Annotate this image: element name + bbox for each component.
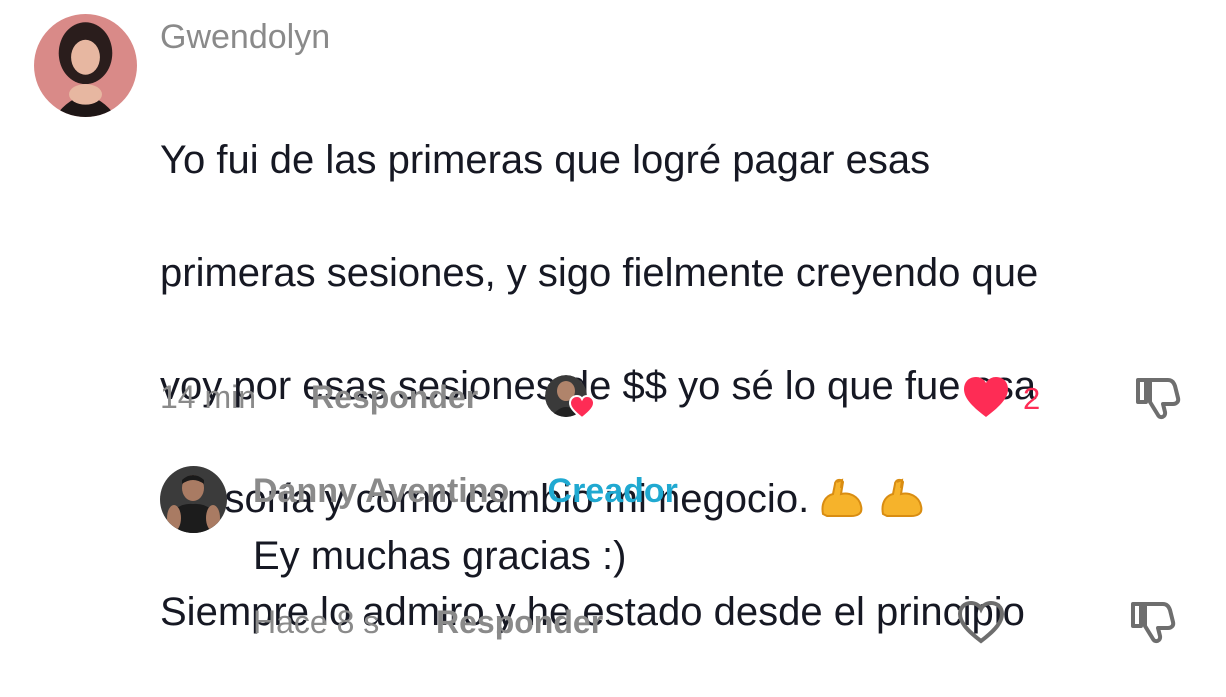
comment-timestamp: 14 min [160, 379, 257, 415]
like-count: 2 [1023, 381, 1041, 416]
commenter-name[interactable]: Gwendolyn [160, 18, 330, 57]
reply-button[interactable]: Responder [311, 379, 478, 416]
dislike-icon[interactable] [1132, 376, 1182, 420]
commenter-avatar[interactable] [34, 14, 137, 117]
creator-name-row: Danny Aventino · Creador [253, 472, 678, 511]
flexed-biceps-icon [877, 474, 929, 518]
dislike-icon[interactable] [1127, 600, 1177, 644]
reply-text: Ey muchas gracias :) [253, 534, 627, 578]
heart-badge-icon [569, 395, 595, 419]
comment-line: voy por esas sesiones de $$ yo sé lo que… [160, 363, 1037, 408]
reply-timestamp: Hace 8 s [253, 604, 380, 640]
creator-liked-avatar [545, 375, 595, 419]
comment-line: primeras sesiones, y sigo fielmente crey… [160, 250, 1039, 295]
reply-button[interactable]: Responder [436, 604, 603, 641]
comment-line: Yo fui de las primeras que logré pagar e… [160, 137, 931, 182]
name-separator: · [522, 472, 535, 510]
flexed-biceps-icon [817, 474, 869, 518]
creator-name[interactable]: Danny Aventino [253, 472, 509, 510]
like-heart-icon[interactable] [963, 376, 1009, 418]
creator-avatar[interactable] [160, 466, 227, 533]
like-heart-outline-icon[interactable] [957, 600, 1005, 644]
creator-badge: Creador [547, 472, 678, 510]
